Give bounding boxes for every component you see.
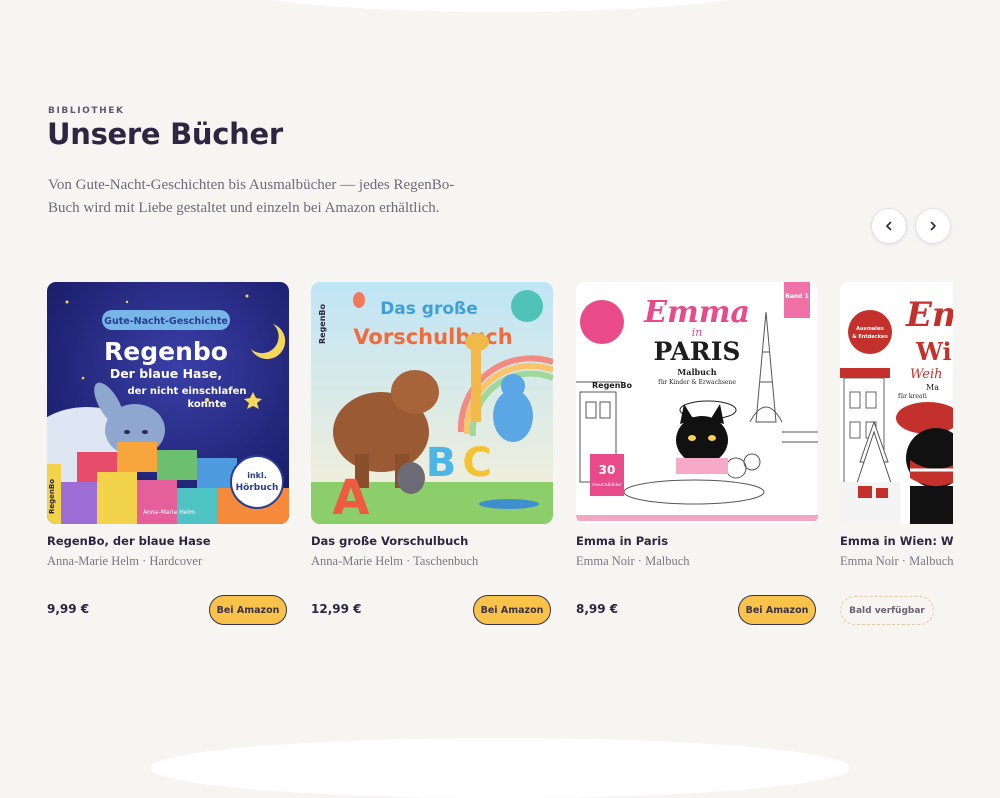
book-cover[interactable]: Das große Vorschulbuch RegenBo A B C xyxy=(311,282,553,524)
cover-author: Anna-Marie Helm xyxy=(143,509,195,516)
top-wave-decoration xyxy=(230,0,770,12)
section-title: Unsere Bücher xyxy=(47,117,283,151)
cover-badge: Hörbuch xyxy=(236,483,279,493)
book-cover[interactable]: Gute-Nacht-Geschichte Regenbo Der blaue … xyxy=(47,282,289,524)
carousel-next-button[interactable] xyxy=(915,208,951,244)
book-price: 9,99 € xyxy=(47,602,90,616)
cover-sticker: & Entdecken xyxy=(852,334,888,340)
book-carousel: Gute-Nacht-Geschichte Regenbo Der blaue … xyxy=(0,282,953,642)
cover-heading: Vorschulbuch xyxy=(353,325,512,349)
amazon-button[interactable]: Bei Amazon xyxy=(209,595,287,625)
cover-subtitle: konnte xyxy=(187,399,226,410)
cover-publisher: RegenBo xyxy=(592,381,633,390)
cover-illustration: Ausmalen & Entdecken Em Wi Weih Ma für k… xyxy=(840,282,953,524)
cover-band: Band 1 xyxy=(785,293,808,300)
book-title[interactable]: Emma in Paris xyxy=(576,534,668,548)
cover-publisher: RegenBo xyxy=(318,303,327,344)
cover-sticker: Ausmalen xyxy=(856,326,884,332)
cover-heading: Weih xyxy=(910,367,943,382)
cover-heading: Emma xyxy=(643,295,750,330)
book-cover[interactable]: Band 1 Emma in PARIS Malbuch für Kinder … xyxy=(576,282,818,524)
cover-subtitle: für Kinder & Erwachsene xyxy=(658,379,736,386)
book-meta: Anna-Marie Helm · Hardcover xyxy=(47,554,203,568)
cover-heading: Em xyxy=(905,295,953,335)
chevron-right-icon xyxy=(930,221,936,231)
cover-heading: Das große xyxy=(380,299,478,319)
cover-subtitle: Ma xyxy=(926,383,939,392)
section-eyebrow: BIBLIOTHEK xyxy=(48,106,125,116)
cover-subtitle: für kreati xyxy=(898,393,927,400)
book-meta: Anna-Marie Helm · Taschenbuch xyxy=(311,554,479,568)
cover-letter: B xyxy=(426,440,457,486)
amazon-button[interactable]: Bei Amazon xyxy=(738,595,816,625)
cover-heading: PARIS xyxy=(654,337,741,366)
cover-subtitle: Der blaue Hase, xyxy=(110,366,222,381)
cover-badge: inkl. xyxy=(247,471,267,480)
cover-sticker: Ausmalbilder xyxy=(592,482,622,488)
book-title[interactable]: Das große Vorschulbuch xyxy=(311,534,468,548)
cover-letter: C xyxy=(462,440,491,486)
book-meta: Emma Noir · Malbuch xyxy=(576,554,690,568)
cover-illustration: Gute-Nacht-Geschichte Regenbo Der blaue … xyxy=(47,282,289,524)
book-title[interactable]: Emma in Wien: Weihnachten xyxy=(840,534,953,548)
cover-letter: A xyxy=(332,470,369,524)
cover-subtitle: der nicht einschlafen xyxy=(128,386,247,397)
book-price: 12,99 € xyxy=(311,602,362,616)
cover-heading: Wi xyxy=(915,337,952,366)
book-meta: Emma Noir · Malbuch xyxy=(840,554,953,568)
chevron-left-icon xyxy=(886,221,892,231)
amazon-button[interactable]: Bei Amazon xyxy=(473,595,551,625)
book-price: 8,99 € xyxy=(576,602,619,616)
cover-subtitle: Malbuch xyxy=(677,367,716,377)
book-title[interactable]: RegenBo, der blaue Hase xyxy=(47,534,211,548)
cover-illustration: Das große Vorschulbuch RegenBo A B C xyxy=(311,282,553,524)
cover-banner: Gute-Nacht-Geschichte xyxy=(104,316,228,327)
bottom-wave-decoration xyxy=(150,738,850,798)
book-cover[interactable]: Ausmalen & Entdecken Em Wi Weih Ma für k… xyxy=(840,282,953,524)
carousel-prev-button[interactable] xyxy=(871,208,907,244)
cover-heading: Regenbo xyxy=(104,337,228,366)
cover-illustration: Band 1 Emma in PARIS Malbuch für Kinder … xyxy=(576,282,818,524)
cover-publisher: RegenBo xyxy=(48,479,56,514)
section-intro: Von Gute-Nacht-Geschichten bis Ausmalbüc… xyxy=(48,177,455,216)
cover-sticker: 30 xyxy=(599,463,616,477)
coming-soon-badge: Bald verfügbar xyxy=(840,596,934,625)
